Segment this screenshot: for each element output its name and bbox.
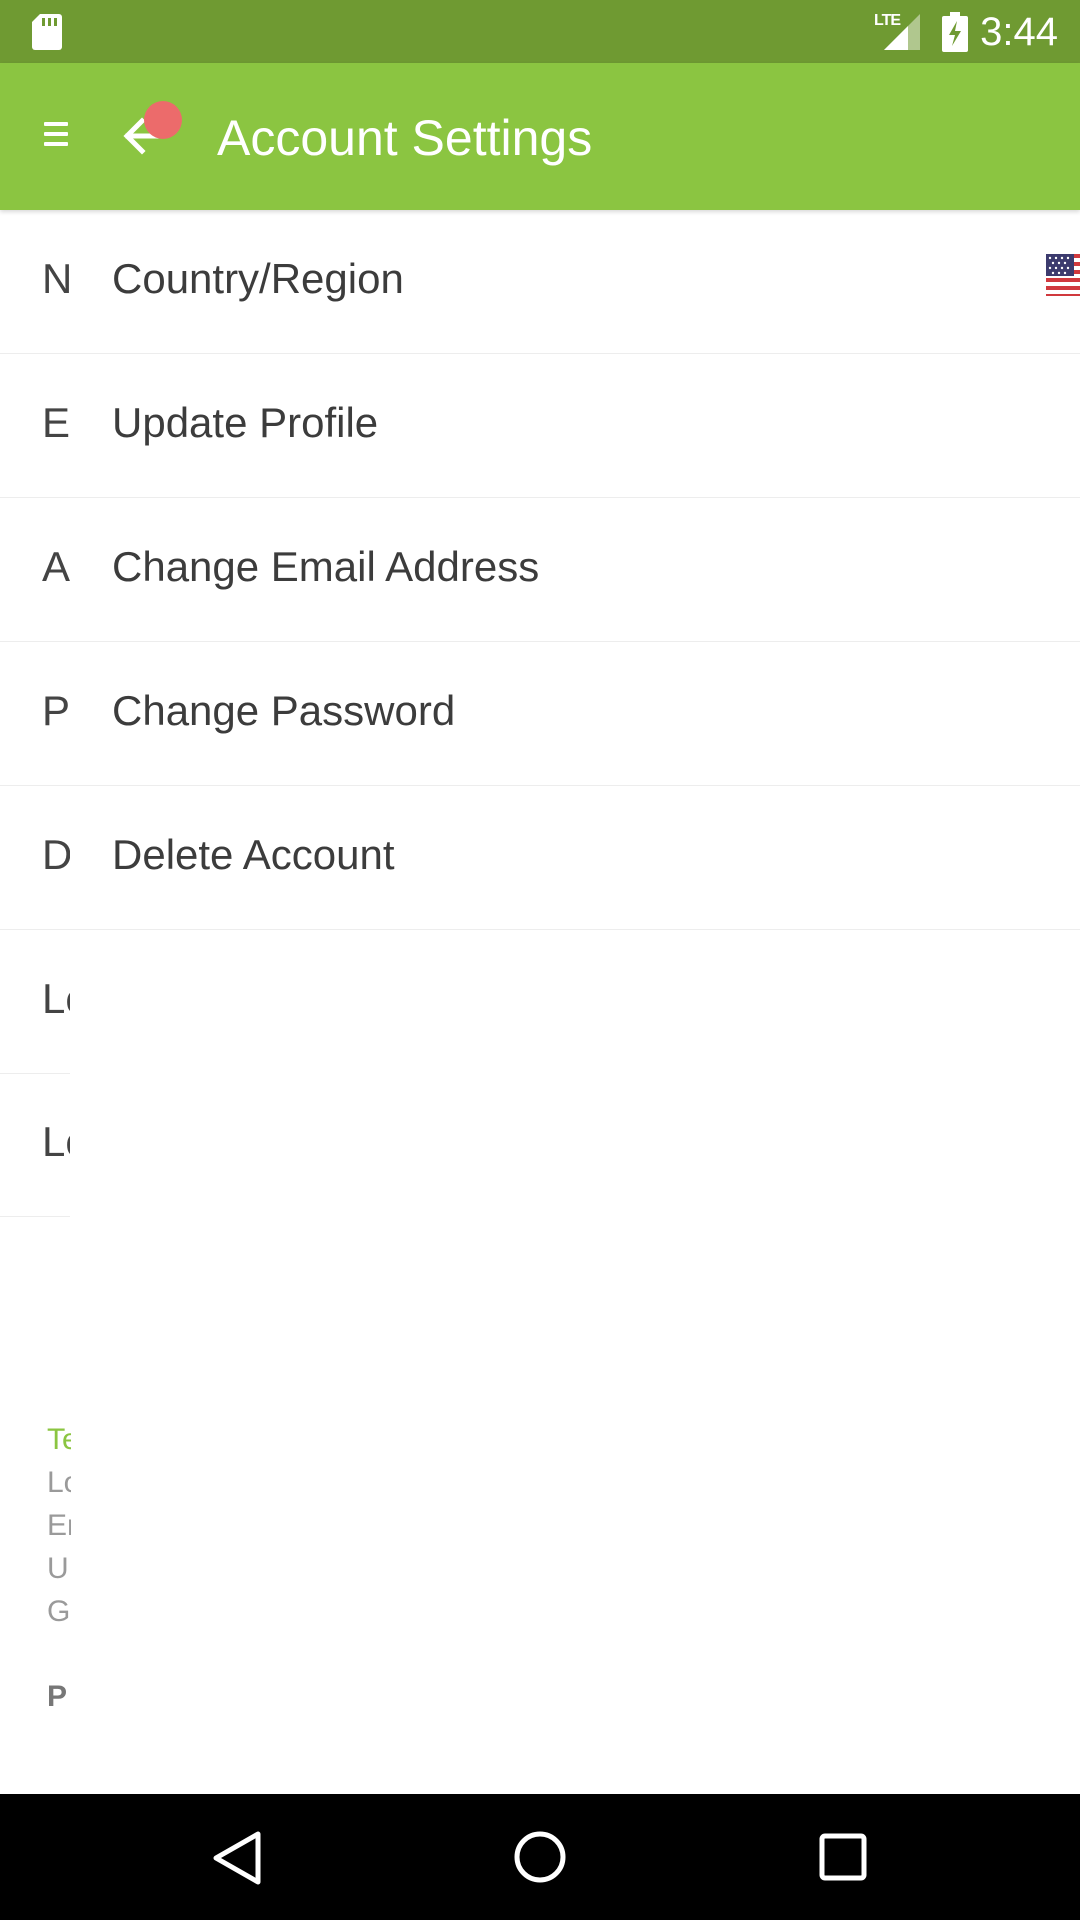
underlying-item-text: N [42,255,70,302]
us-flag-icon [1046,254,1080,296]
footer-line: G [47,1595,71,1628]
battery-charging-icon [942,12,968,52]
sd-card-icon [32,14,62,50]
underlying-footer: Te Lo Er U. G P [47,1418,71,1718]
clock: 3:44 [980,10,1058,54]
underlying-item-text: Lo [42,975,70,1022]
page-title: Account Settings [217,110,593,166]
change-email-label: Change Email Address [112,543,540,590]
change-email-item[interactable]: A Change Email Address [0,498,1080,642]
nav-back-icon[interactable] [210,1830,264,1886]
signal-icon [884,14,920,50]
change-password-label: Change Password [112,687,456,734]
underlying-item-text: D [42,831,70,878]
footer-line: Lo [47,1466,71,1499]
menu-icon[interactable] [44,119,72,149]
country-region-label: Country/Region [112,255,404,302]
change-password-item[interactable]: P Change Password [0,642,1080,786]
underlying-item-text: P [42,687,70,734]
nav-recents-icon[interactable] [818,1832,868,1882]
underlying-item-text: Er [42,399,70,446]
underlying-item-text: Lo [42,1118,70,1165]
app-bar: Account Settings [0,63,1080,210]
system-nav-bar [0,1794,1080,1920]
underlying-list-item[interactable]: Lo [0,930,1080,1074]
settings-list: N Country/Region Er Update Profile A Cha… [0,210,1080,1217]
footer-bold-text: P [47,1680,68,1713]
nav-home-icon[interactable] [513,1830,567,1884]
delete-account-item[interactable]: D Delete Account [0,786,1080,930]
footer-title: Te [47,1423,71,1456]
underlying-list-item[interactable]: Lo [0,1073,1080,1217]
update-profile-label: Update Profile [112,399,379,446]
footer-line: U. [47,1552,71,1585]
country-region-item[interactable]: N Country/Region [0,210,1080,354]
status-bar: LTE 3:44 [0,0,1080,63]
update-profile-item[interactable]: Er Update Profile [0,354,1080,498]
notification-dot [144,101,182,139]
footer-line: Er [47,1509,71,1542]
delete-account-label: Delete Account [112,831,395,878]
underlying-item-text: A [42,543,70,590]
